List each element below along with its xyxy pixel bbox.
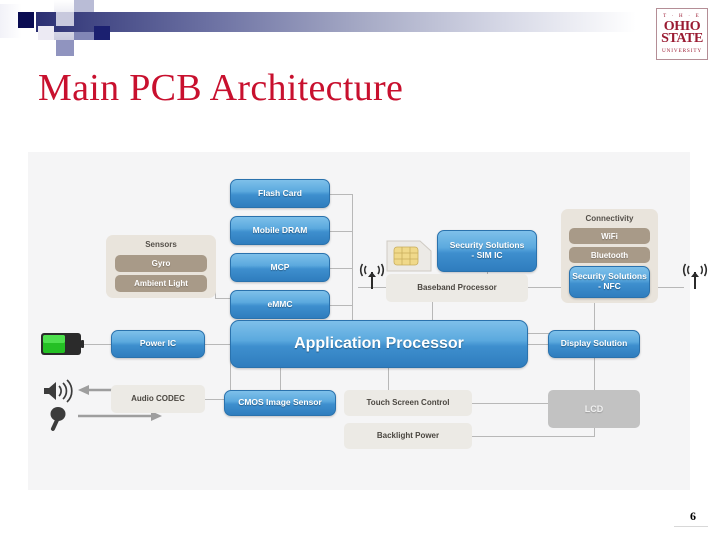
node-gyro[interactable]: Gyro bbox=[115, 255, 207, 272]
logo-university-text: UNIVERSITY bbox=[661, 47, 703, 54]
node-label: Application Processor bbox=[294, 334, 464, 352]
node-label: Flash Card bbox=[258, 187, 302, 198]
node-bluetooth[interactable]: Bluetooth bbox=[569, 247, 650, 263]
node-flash-card[interactable]: Flash Card bbox=[230, 179, 330, 208]
node-label: MCP bbox=[270, 261, 290, 272]
node-power-ic[interactable]: Power IC bbox=[111, 330, 205, 358]
ohio-state-university-logo: T · H · E OHIO STATE UNIVERSITY bbox=[656, 8, 708, 60]
connector-line bbox=[215, 298, 230, 299]
header-square bbox=[38, 26, 54, 40]
node-label-line2: - SIM IC bbox=[471, 250, 503, 260]
node-label: Gyro bbox=[151, 259, 171, 268]
connector-line bbox=[83, 344, 111, 345]
connector-line bbox=[330, 194, 353, 195]
connector-line bbox=[352, 194, 353, 195]
speaker-icon bbox=[44, 379, 73, 403]
logo-state-text: STATE bbox=[661, 31, 703, 46]
node-label: Ambient Light bbox=[134, 279, 188, 288]
footer-divider bbox=[674, 526, 708, 527]
connector-line bbox=[330, 231, 353, 232]
antenna-icon bbox=[682, 263, 708, 289]
node-mobile-dram[interactable]: Mobile DRAM bbox=[230, 216, 330, 245]
header-square-accent bbox=[94, 26, 110, 40]
connector-line bbox=[205, 344, 230, 345]
node-lcd[interactable]: LCD bbox=[548, 390, 640, 428]
microphone-icon bbox=[50, 407, 66, 431]
header-square-accent bbox=[18, 12, 34, 28]
node-label: Baseband Processor bbox=[417, 283, 497, 293]
node-label: Backlight Power bbox=[376, 431, 440, 441]
node-label: Audio CODEC bbox=[131, 394, 185, 404]
node-label: Touch Screen Control bbox=[366, 398, 450, 408]
node-display-solution[interactable]: Display Solution bbox=[548, 330, 640, 358]
node-emmc[interactable]: eMMC bbox=[230, 290, 330, 319]
node-label: LCD bbox=[584, 403, 604, 414]
node-touch-screen-control[interactable]: Touch Screen Control bbox=[344, 390, 472, 416]
pcb-architecture-diagram: Flash Card Mobile DRAM MCP eMMC Sensors … bbox=[28, 152, 708, 490]
connector-line bbox=[330, 268, 353, 269]
connector-line bbox=[472, 436, 594, 437]
connector-line bbox=[330, 305, 353, 306]
node-baseband-processor[interactable]: Baseband Processor bbox=[386, 274, 528, 302]
group-title-sensors: Sensors bbox=[145, 240, 177, 249]
node-label: eMMC bbox=[267, 298, 293, 309]
header-gradient-bar bbox=[36, 12, 636, 32]
group-connectivity: Connectivity WiFi Bluetooth Security Sol… bbox=[561, 209, 658, 303]
header-square bbox=[74, 0, 94, 12]
node-application-processor[interactable]: Application Processor bbox=[230, 320, 528, 368]
node-label: CMOS Image Sensor bbox=[238, 397, 322, 408]
antenna-icon bbox=[359, 263, 385, 289]
header-decoration bbox=[0, 0, 720, 58]
page-number: 6 bbox=[690, 509, 696, 523]
battery-icon bbox=[41, 333, 84, 355]
node-cmos-image-sensor[interactable]: CMOS Image Sensor bbox=[224, 390, 336, 416]
sim-card-icon bbox=[386, 240, 432, 272]
node-label: Mobile DRAM bbox=[252, 224, 308, 235]
header-square bbox=[56, 12, 74, 26]
node-label: Power IC bbox=[139, 338, 177, 349]
node-security-solutions-nfc[interactable]: Security Solutions - NFC bbox=[569, 266, 650, 298]
connector-line bbox=[594, 303, 595, 333]
node-label: Bluetooth bbox=[590, 250, 629, 260]
node-ambient-light[interactable]: Ambient Light bbox=[115, 275, 207, 292]
node-backlight-power[interactable]: Backlight Power bbox=[344, 423, 472, 449]
group-title-connectivity: Connectivity bbox=[585, 214, 634, 223]
page-title: Main PCB Architecture bbox=[38, 67, 404, 109]
node-mcp[interactable]: MCP bbox=[230, 253, 330, 282]
node-security-solutions-sim-ic[interactable]: Security Solutions - SIM IC bbox=[437, 230, 537, 272]
group-sensors: Sensors Gyro Ambient Light bbox=[106, 235, 216, 298]
connector-line bbox=[528, 287, 561, 288]
connector-line bbox=[594, 358, 595, 390]
node-label: Display Solution bbox=[560, 338, 628, 349]
node-wifi[interactable]: WiFi bbox=[569, 228, 650, 244]
header-square bbox=[56, 40, 74, 56]
node-label: WiFi bbox=[601, 231, 618, 241]
node-audio-codec[interactable]: Audio CODEC bbox=[111, 385, 205, 413]
node-label-line2: - NFC bbox=[598, 281, 621, 291]
